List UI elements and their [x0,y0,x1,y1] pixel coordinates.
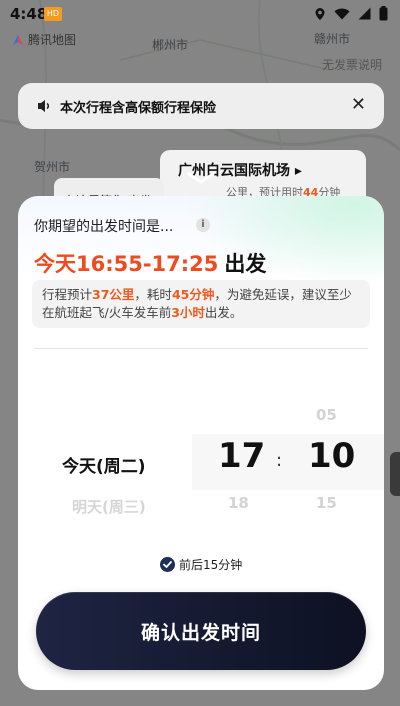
hour-picker-selected[interactable]: 17 [218,436,265,476]
minute-picker-option[interactable]: 05 [316,406,337,424]
trip-tip: 行程预计37公里，耗时45分钟，为避免延误，建议至少在航班起飞/火车发车前3小时… [32,280,370,328]
flex-window-label: 前后15分钟 [179,558,243,572]
status-time: 4:48 [10,5,48,23]
signal-icon [358,7,371,20]
battery-icon [379,6,388,21]
minute-picker-option[interactable]: 15 [316,494,337,512]
map-logo: 腾讯地图 [12,31,76,48]
tip-advance: 3小时 [171,305,205,320]
info-icon[interactable]: i [196,218,210,232]
location-icon [315,7,325,20]
day-picker-selected[interactable]: 今天(周二) [62,452,146,477]
departure-range-time: 今天16:55-17:25 [34,252,219,276]
trip-tip-text: 行程预计37公里，耗时45分钟，为避免延误，建议至少在航班起飞/火车发车前3小时… [42,287,352,320]
wifi-icon [334,8,350,19]
departure-time-sheet: 你期望的出发时间是... i 今天16:55-17:25 出发 行程预计37公里，… [18,196,384,690]
time-separator: : [276,450,283,471]
chevron-down-icon[interactable] [187,172,215,184]
hour-picker-option[interactable]: 18 [228,494,249,512]
tencent-map-logo-icon [13,34,23,45]
tip-duration: 45分钟 [171,287,215,302]
sheet-question: 你期望的出发时间是... [34,219,174,235]
map-logo-text: 腾讯地图 [28,33,77,47]
day-picker-option[interactable]: 明天(周三) [72,496,146,517]
minute-picker-selected[interactable]: 10 [308,436,355,476]
confirm-departure-label: 确认出发时间 [140,622,261,644]
departure-range-suffix: 出发 [224,252,267,276]
hd-badge: HD [44,7,62,21]
status-bar: 4:48 HD [0,0,400,30]
speaker-icon [38,100,50,112]
side-handle[interactable] [390,452,400,496]
check-icon[interactable] [160,557,175,572]
confirm-departure-button[interactable]: 确认出发时间 [36,592,366,670]
insurance-banner[interactable]: 本次行程含高保额行程保险 ✕ [18,83,384,129]
departure-range: 今天16:55-17:25 出发 [34,248,266,278]
no-invoice-link[interactable]: 无发票说明 [322,56,382,73]
tip-distance: 37公里 [92,287,135,302]
insurance-text: 本次行程含高保额行程保险 [60,101,217,116]
flex-window-toggle[interactable]: 前后15分钟 [160,556,242,573]
status-icons [314,6,388,21]
close-icon[interactable]: ✕ [351,94,366,115]
divider [34,348,368,349]
